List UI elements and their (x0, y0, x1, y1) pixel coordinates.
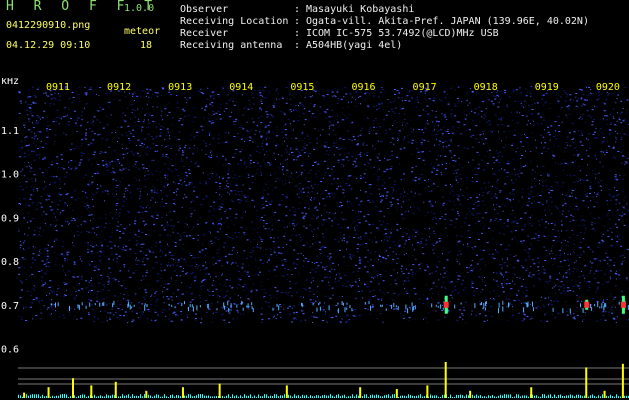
spectrogram-chart: 0911 0912 0913 0914 0915 0916 0917 0918 0919 0920… (0, 78, 629, 400)
meteor-count-bar (23, 392, 26, 398)
meteor-count-bar (603, 390, 606, 398)
meteor-count-bar (71, 378, 74, 398)
observer-label: Observer (180, 4, 229, 15)
time-tick-label: 0918 (474, 82, 498, 93)
freq-tick-label: 1.0 (1, 170, 19, 181)
location-value: Ogata-vill. Akita-Pref. JAPAN (139.96E, … (306, 16, 589, 27)
meteor-count-bar (530, 387, 533, 398)
meteor-count-bar (285, 385, 288, 398)
meteor-count-bar (181, 387, 184, 398)
location-separator: : (294, 16, 301, 27)
antenna-separator: : (294, 40, 301, 51)
observer-value: Masayuki Kobayashi (306, 4, 415, 15)
meteor-count: 18 (140, 40, 153, 51)
meteor-count-bar (145, 390, 148, 398)
time-tick-label: 0912 (107, 82, 131, 93)
receiver-label: Receiver (180, 28, 229, 39)
location-label: Receiving Location (180, 16, 289, 27)
receiver-separator: : (294, 28, 301, 39)
meteor-count-bar (469, 390, 472, 398)
time-tick-label: 0911 (46, 82, 70, 93)
meteor-count-bar (444, 362, 447, 398)
spectrogram-background (0, 78, 629, 400)
antenna-value: A504HB(yagi 4el) (306, 40, 403, 51)
hroft-window: { "app": { "brand": "H R O F F T", "vers… (0, 0, 629, 400)
meteor-count-bar (47, 387, 50, 398)
antenna-label: Receiving antenna (180, 40, 283, 51)
meteor-label: meteor (124, 26, 161, 37)
time-tick-label: 0915 (290, 82, 314, 93)
meteor-count-bar (426, 385, 429, 398)
time-tick-label: 0920 (596, 82, 620, 93)
freq-tick-label: 0.8 (1, 257, 19, 268)
meteor-count-bar (585, 367, 588, 398)
meteor-count-bar (114, 381, 117, 398)
time-tick-label: 0919 (535, 82, 559, 93)
time-tick-label: 0916 (351, 82, 375, 93)
freq-tick-label: 0.6 (1, 345, 19, 356)
meteor-count-bar (218, 383, 221, 398)
meteor-echo-core (443, 301, 449, 308)
time-tick-label: 0913 (168, 82, 192, 93)
meteor-count-bar (395, 389, 398, 398)
app-version: 1.0.0 (124, 3, 155, 14)
meteor-count-bar (621, 363, 624, 398)
freq-tick-label: 1.1 (1, 126, 19, 137)
meteor-echo-core (620, 301, 626, 308)
meteor-count-bar (359, 387, 362, 398)
meteor-count-bar (90, 385, 93, 398)
receiver-value: ICOM IC-575 53.7492(@LCD)MHz USB (306, 28, 499, 39)
file-name: 0412290910.png (6, 20, 91, 31)
observer-separator: : (294, 4, 301, 15)
time-tick-label: 0917 (413, 82, 437, 93)
time-tick-label: 0914 (229, 82, 253, 93)
timestamp: 04.12.29 09:10 (6, 40, 91, 51)
freq-tick-label: 0.7 (1, 301, 19, 312)
unit-label: kHz (1, 78, 19, 87)
meteor-echo-core (584, 301, 590, 308)
freq-tick-label: 0.9 (1, 213, 19, 224)
